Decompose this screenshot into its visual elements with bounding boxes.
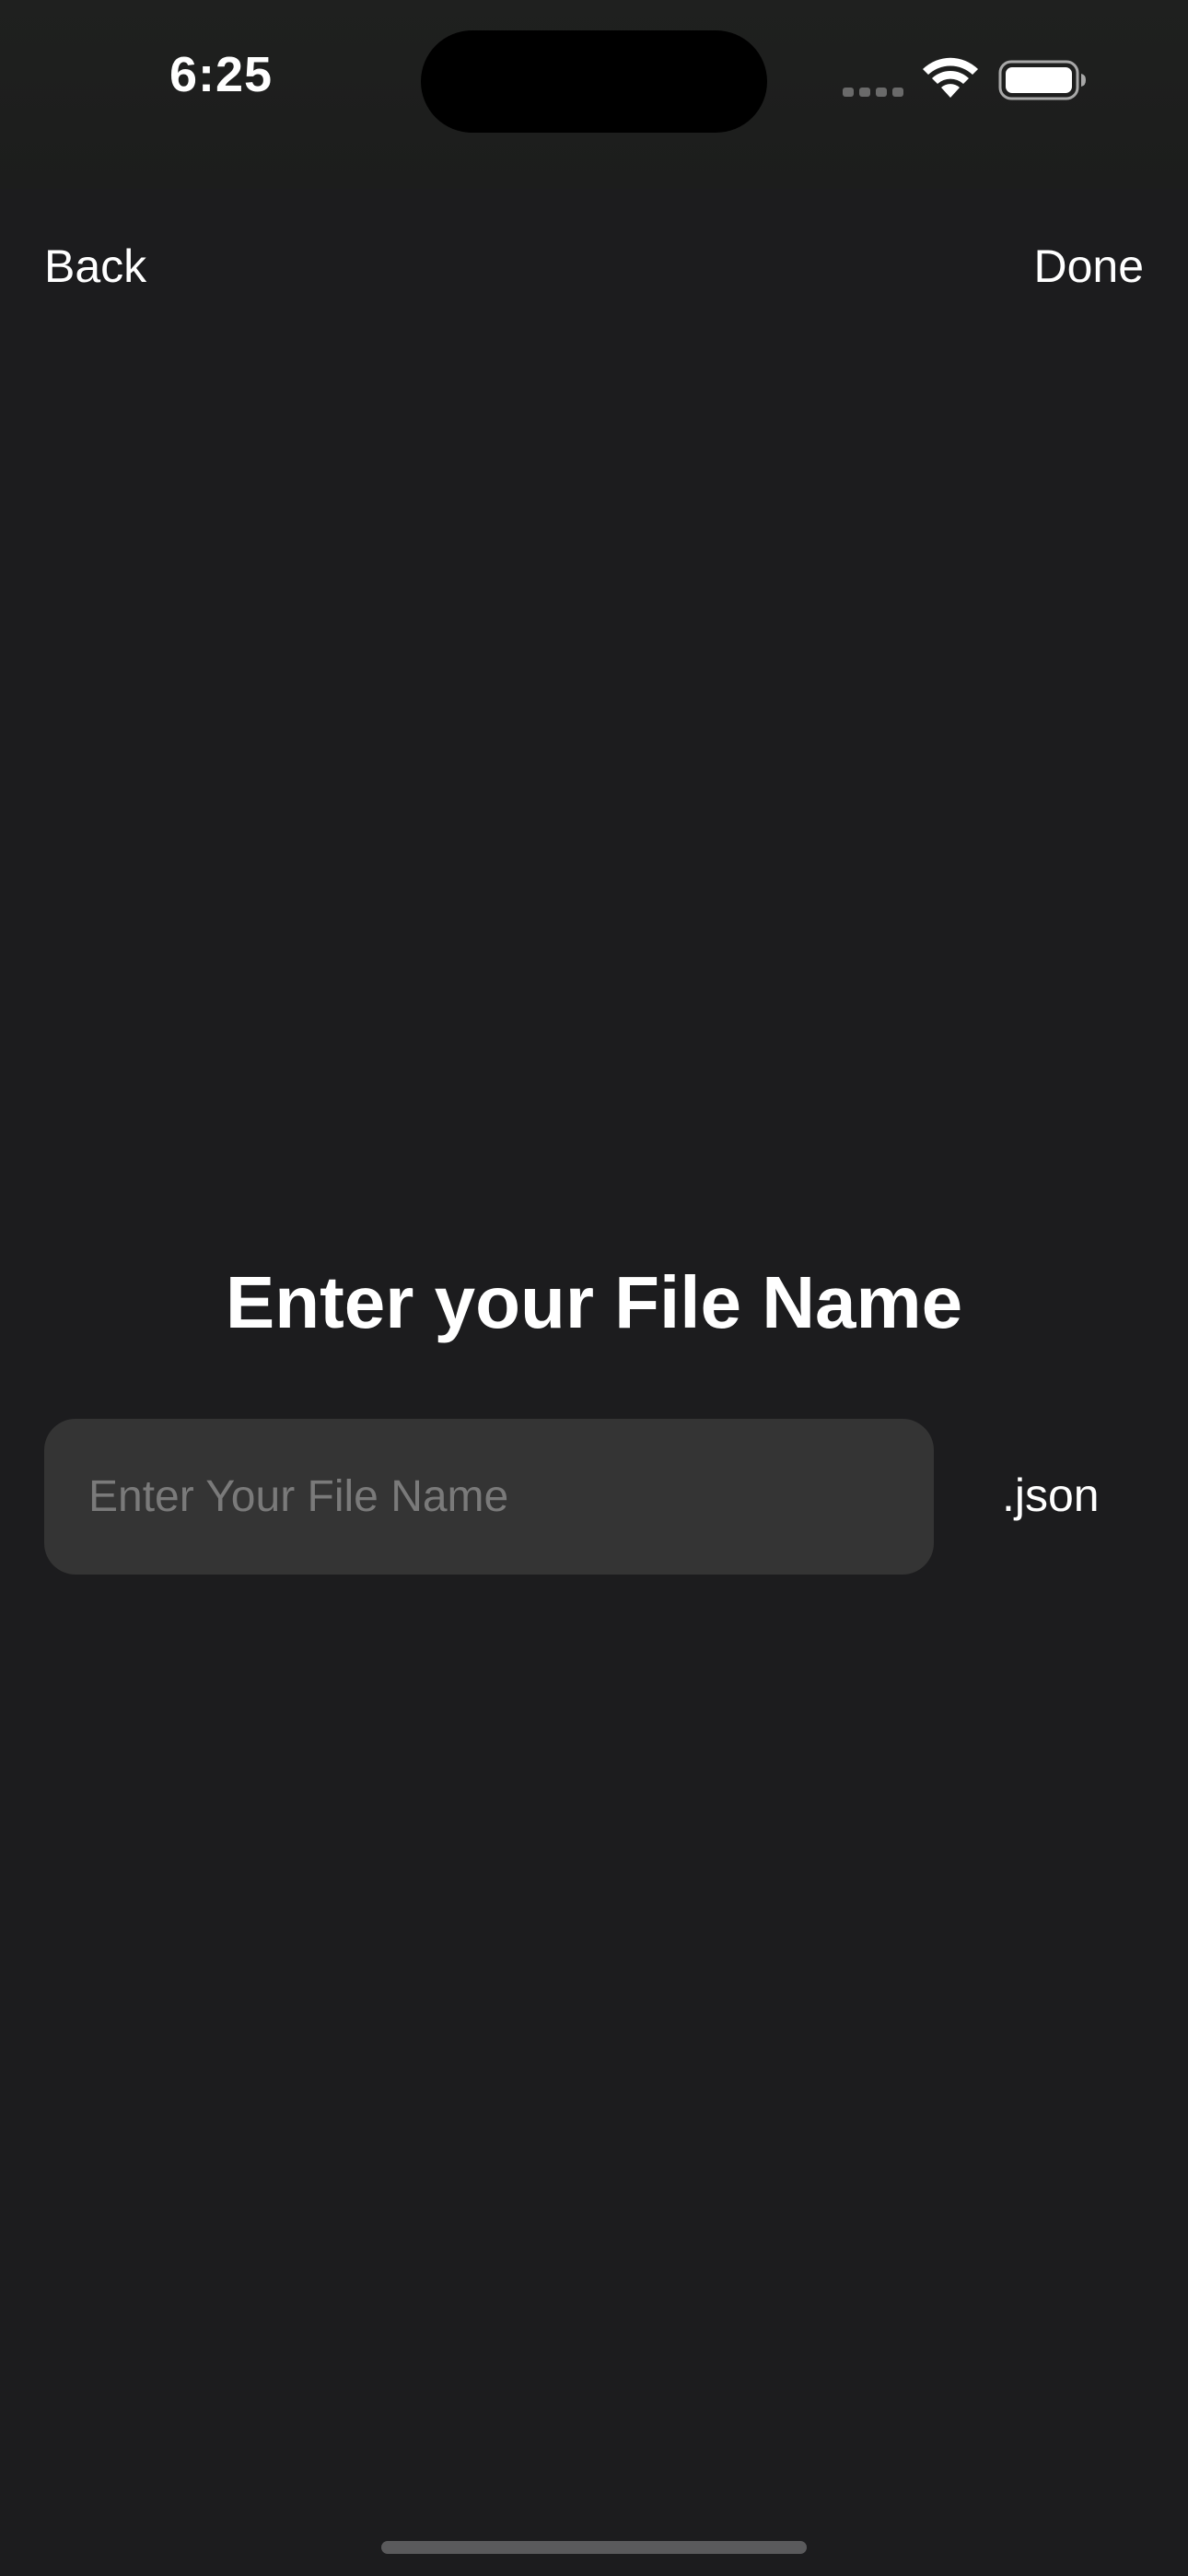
file-name-row: .json: [44, 1419, 1144, 1575]
home-indicator[interactable]: [381, 2541, 807, 2554]
back-button[interactable]: Back: [44, 240, 146, 293]
status-time: 6:25: [169, 47, 274, 102]
file-extension-label: .json: [1002, 1469, 1100, 1521]
dynamic-island: [421, 30, 767, 133]
screen: 6:25 Back Done Enter your File Name .jso…: [0, 0, 1188, 2576]
status-bar: 6:25: [0, 0, 1188, 189]
cellular-signal-icon: [843, 88, 903, 97]
wifi-icon: [923, 57, 978, 98]
page-title: Enter your File Name: [225, 1261, 963, 1343]
file-name-input[interactable]: [44, 1419, 934, 1575]
done-button[interactable]: Done: [1033, 240, 1144, 293]
battery-icon: [998, 60, 1086, 100]
